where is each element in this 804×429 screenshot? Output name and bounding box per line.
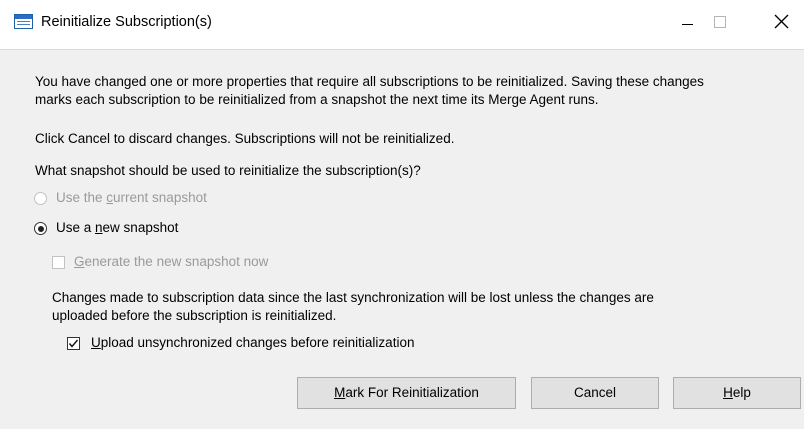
cancel-button[interactable]: Cancel bbox=[531, 377, 659, 409]
checkmark-icon bbox=[68, 339, 79, 348]
upload-changes-label: Upload unsynchronized changes before rei… bbox=[91, 335, 415, 350]
use-current-snapshot-radio[interactable] bbox=[34, 192, 47, 205]
help-button[interactable]: Help bbox=[673, 377, 801, 409]
snapshot-question: What snapshot should be used to reinitia… bbox=[35, 163, 421, 178]
dialog-window-icon bbox=[14, 14, 33, 29]
use-current-snapshot-label: Use the current snapshot bbox=[56, 190, 207, 205]
window-title: Reinitialize Subscription(s) bbox=[41, 14, 212, 30]
upload-changes-checkbox[interactable] bbox=[67, 337, 80, 350]
close-icon bbox=[774, 14, 789, 29]
maximize-button bbox=[697, 0, 743, 49]
message-text: You have changed one or more properties … bbox=[35, 74, 704, 107]
generate-snapshot-checkbox[interactable] bbox=[52, 256, 65, 269]
sync-warning-text: Changes made to subscription data since … bbox=[52, 290, 654, 323]
generate-snapshot-label: Generate the new snapshot now bbox=[74, 254, 269, 269]
use-new-snapshot-label: Use a new snapshot bbox=[56, 220, 179, 235]
use-new-snapshot-radio[interactable] bbox=[34, 222, 47, 235]
cancel-info-text: Click Cancel to discard changes. Subscri… bbox=[35, 131, 455, 146]
title-bar: Reinitialize Subscription(s) bbox=[0, 0, 804, 50]
mark-for-reinitialization-button[interactable]: Mark For Reinitialization bbox=[297, 377, 516, 409]
close-button[interactable] bbox=[758, 0, 804, 49]
